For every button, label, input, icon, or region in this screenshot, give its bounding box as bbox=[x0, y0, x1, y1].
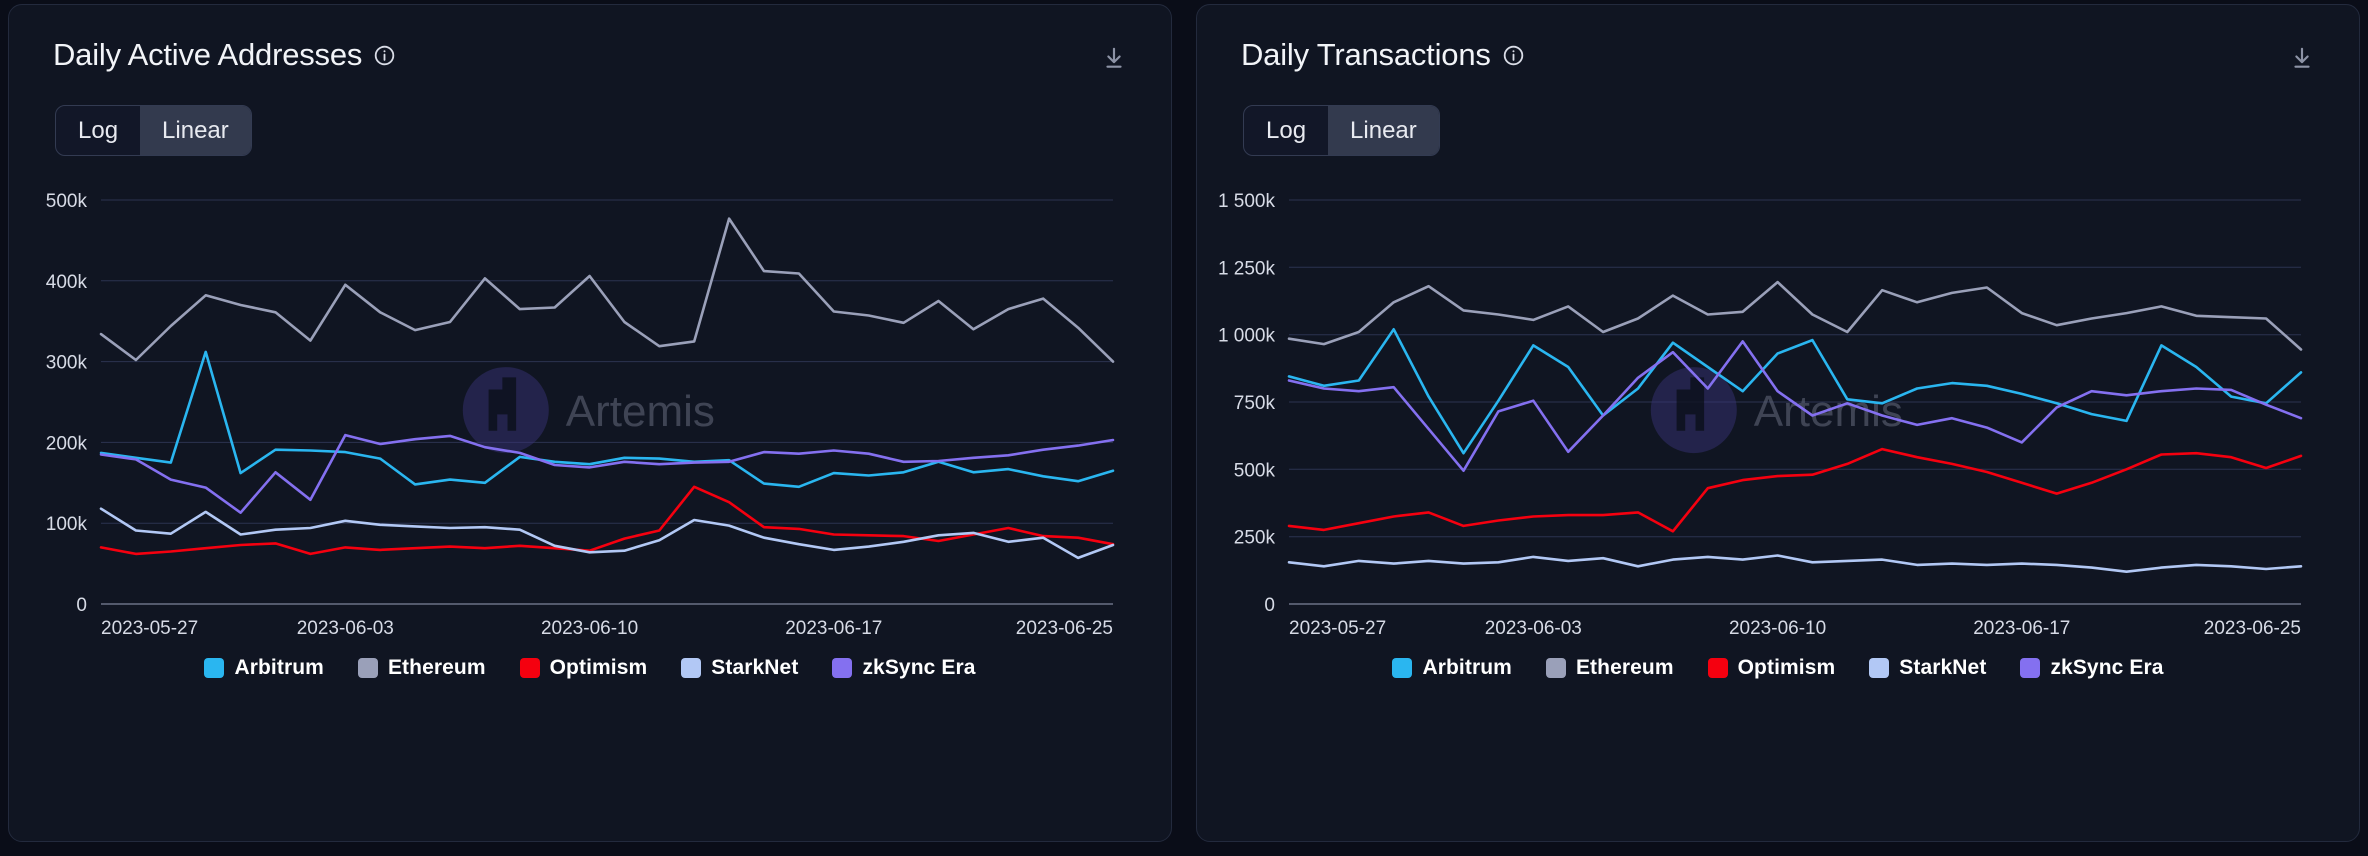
series-line-ethereum bbox=[99, 217, 1115, 364]
legend-item-starknet[interactable]: StarkNet bbox=[1869, 656, 1986, 680]
y-axis-tick-label: 750k bbox=[1234, 393, 1276, 414]
legend-item-ethereum[interactable]: Ethereum bbox=[357, 656, 486, 680]
legend-swatch bbox=[1545, 658, 1566, 679]
x-axis-tick-label: 2023-06-17 bbox=[1973, 618, 2070, 639]
x-axis-tick-label: 2023-06-25 bbox=[2204, 618, 2301, 639]
x-axis-tick-label: 2023-06-03 bbox=[297, 618, 394, 639]
x-axis-tick-label: 2023-05-27 bbox=[1289, 618, 1386, 639]
legend-item-arbitrum[interactable]: Arbitrum bbox=[1392, 656, 1512, 680]
series-line-optimism bbox=[1287, 447, 2303, 533]
y-axis-tick-label: 100k bbox=[46, 514, 88, 535]
scale-toggle-wrap: Log Linear bbox=[9, 75, 1171, 157]
legend-item-starknet[interactable]: StarkNet bbox=[681, 656, 798, 680]
y-axis-tick-label: 200k bbox=[46, 434, 88, 455]
scale-toggle-log[interactable]: Log bbox=[56, 106, 140, 155]
scale-toggle-linear[interactable]: Linear bbox=[140, 106, 251, 156]
legend-swatch bbox=[1392, 658, 1413, 679]
artemis-watermark: Artemis bbox=[462, 367, 715, 454]
y-axis-tick-label: 250k bbox=[1234, 528, 1276, 549]
x-axis-tick-label: 2023-06-10 bbox=[541, 618, 638, 639]
legend-item-ethereum[interactable]: Ethereum bbox=[1545, 656, 1674, 680]
legend-swatch bbox=[832, 658, 853, 679]
info-icon[interactable] bbox=[1502, 42, 1525, 67]
legend-label: Ethereum bbox=[1575, 656, 1674, 680]
page-title: Daily Transactions bbox=[1241, 37, 1491, 72]
series-line-starknet bbox=[99, 507, 1115, 560]
card-header: Daily Active Addresses bbox=[9, 5, 1171, 75]
series-line-starknet bbox=[1287, 554, 2303, 574]
legend-label: Optimism bbox=[1737, 656, 1836, 680]
y-axis-tick-label: 300k bbox=[46, 353, 88, 374]
y-axis-tick-label: 400k bbox=[46, 272, 88, 293]
y-axis-tick-label: 500k bbox=[1234, 460, 1276, 481]
y-axis-tick-label: 1 000k bbox=[1218, 326, 1276, 347]
legend-item-zksync-era[interactable]: zkSync Era bbox=[832, 656, 975, 680]
legend-label: zkSync Era bbox=[862, 656, 976, 680]
x-axis-tick-label: 2023-06-10 bbox=[1729, 618, 1826, 639]
scale-toggle-log[interactable]: Log bbox=[1244, 106, 1328, 155]
card-title-row: Daily Transactions bbox=[1241, 39, 1525, 70]
legend-swatch bbox=[1707, 658, 1728, 679]
y-axis-tick-label: 1 250k bbox=[1218, 258, 1276, 279]
scale-toggle[interactable]: Log Linear bbox=[55, 105, 252, 157]
x-axis-tick-label: 2023-06-17 bbox=[785, 618, 882, 639]
chart-daily-active-addresses: 0 100k 200k 300k 400k 500k Artemis 2023-05-27… bbox=[46, 191, 1115, 639]
legend-label: zkSync Era bbox=[2050, 656, 2164, 680]
watermark-brand: Artemis bbox=[566, 387, 715, 436]
dashboard-board: Daily Active Addresses Log Linear 0 100k 20… bbox=[0, 0, 2368, 856]
y-axis-tick-label: 500k bbox=[46, 191, 88, 212]
card-header: Daily Transactions bbox=[1197, 5, 2359, 75]
series-line-ethereum bbox=[1287, 280, 2303, 351]
legend-label: Arbitrum bbox=[1422, 656, 1512, 680]
card-title-row: Daily Active Addresses bbox=[53, 39, 396, 70]
download-icon[interactable] bbox=[2285, 41, 2319, 75]
series-line-zksync-era bbox=[99, 433, 1115, 515]
x-axis-tick-label: 2023-05-27 bbox=[101, 618, 198, 639]
legend-swatch bbox=[681, 658, 702, 679]
page-title: Daily Active Addresses bbox=[53, 37, 363, 72]
legend-swatch bbox=[357, 658, 378, 679]
legend-label: Optimism bbox=[549, 656, 648, 680]
watermark-brand: Artemis bbox=[1754, 387, 1903, 436]
download-icon[interactable] bbox=[1097, 41, 1131, 75]
legend-item-optimism[interactable]: Optimism bbox=[1707, 656, 1836, 680]
legend-swatch bbox=[2020, 658, 2041, 679]
y-axis-tick-label: 1 500k bbox=[1218, 191, 1276, 212]
legend-swatch bbox=[204, 658, 225, 679]
legend-item-optimism[interactable]: Optimism bbox=[519, 656, 648, 680]
scale-toggle[interactable]: Log Linear bbox=[1243, 105, 1440, 157]
chart-card-daily-transactions: Daily Transactions Log Linear 0 250k 500k 75… bbox=[1196, 4, 2360, 842]
chart-card-daily-active-addresses: Daily Active Addresses Log Linear 0 100k 20… bbox=[8, 4, 1172, 842]
legend-label: Ethereum bbox=[387, 656, 486, 680]
scale-toggle-wrap: Log Linear bbox=[1197, 75, 2359, 157]
legend-label: StarkNet bbox=[1899, 656, 1987, 680]
legend-swatch bbox=[519, 658, 540, 679]
legend-item-zksync-era[interactable]: zkSync Era bbox=[2020, 656, 2163, 680]
legend-swatch bbox=[1869, 658, 1890, 679]
legend-label: StarkNet bbox=[711, 656, 799, 680]
chart-legend: Arbitrum Ethereum Optimism StarkNet zkSy… bbox=[1197, 656, 2359, 680]
y-axis-tick-label: 0 bbox=[1264, 595, 1275, 616]
legend-item-arbitrum[interactable]: Arbitrum bbox=[204, 656, 324, 680]
plot-area: 0 100k 200k 300k 400k 500k Artemis 2023-05-27… bbox=[9, 166, 1171, 650]
plot-area: 0 250k 500k 750k 1 000k 1 250k 1 500k Artemis … bbox=[1197, 166, 2359, 650]
legend-label: Arbitrum bbox=[234, 656, 324, 680]
chart-legend: Arbitrum Ethereum Optimism StarkNet zkSy… bbox=[9, 656, 1171, 680]
chart-daily-transactions: 0250k500k750k1 000k1 250k1 500k Artemis … bbox=[1218, 191, 2303, 639]
info-icon[interactable] bbox=[373, 42, 396, 67]
y-axis-tick-label: 0 bbox=[76, 595, 87, 616]
x-axis-tick-label: 2023-06-25 bbox=[1016, 618, 1113, 639]
scale-toggle-linear[interactable]: Linear bbox=[1328, 106, 1439, 156]
x-axis-tick-label: 2023-06-03 bbox=[1485, 618, 1582, 639]
